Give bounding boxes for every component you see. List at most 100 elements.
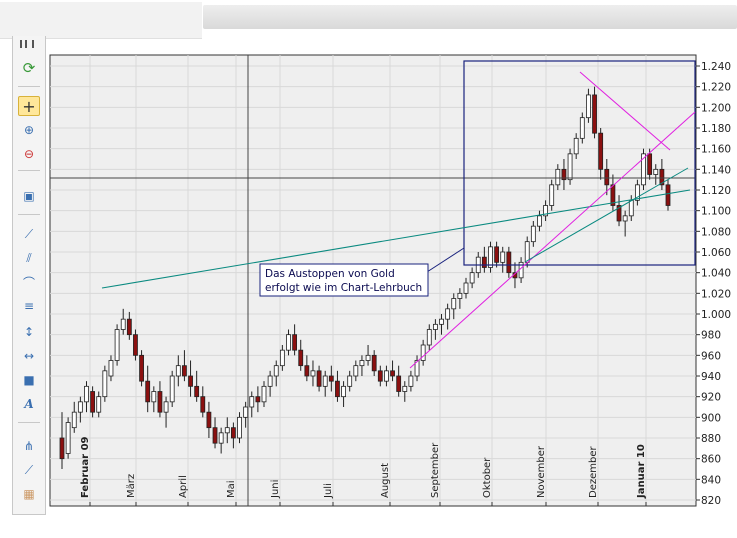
y-tick-label: 1.120	[701, 185, 731, 197]
candle-body	[188, 375, 193, 387]
candle-body	[108, 360, 114, 377]
candle-body	[310, 370, 316, 377]
y-tick-label: 820	[701, 495, 721, 507]
candle-body	[151, 391, 157, 403]
candle-body	[457, 292, 463, 299]
y-tick-label: 1.140	[701, 164, 731, 176]
y-axis: 1.240 1.220 1.200 1.180 1.160 1.140 1.120 1.100…	[696, 61, 731, 507]
candle-body	[120, 318, 126, 330]
candle-body	[316, 370, 322, 387]
candle-body	[579, 117, 585, 139]
candle-body	[537, 215, 542, 227]
x-tick-label: Januar 10	[636, 444, 647, 499]
y-tick-label: 1.080	[701, 226, 731, 238]
candle-body	[530, 225, 536, 243]
candle-body	[408, 375, 414, 387]
candle-body	[200, 396, 206, 413]
candle-body	[114, 329, 120, 361]
candle-body	[500, 251, 506, 263]
y-tick-label: 1.040	[701, 268, 731, 280]
candle-body	[439, 318, 444, 325]
y-tick-label: 1.180	[701, 123, 731, 135]
y-tick-label: 1.160	[701, 144, 731, 156]
candle-body	[592, 94, 597, 134]
candle-body	[328, 375, 334, 382]
candle-body	[604, 168, 610, 186]
candle-body	[371, 354, 377, 372]
candle-body	[463, 282, 469, 294]
candle-body	[304, 365, 310, 377]
x-tick-label: November	[536, 445, 547, 498]
candle-body	[573, 137, 579, 155]
candle-body	[249, 396, 255, 408]
candle-body	[494, 246, 500, 263]
y-tick-label: 840	[701, 474, 721, 486]
candle-body	[169, 375, 175, 403]
y-tick-label: 920	[701, 392, 721, 404]
candle-body	[359, 360, 365, 367]
candle-body	[65, 422, 71, 454]
candle-body	[341, 385, 346, 398]
candle-body	[298, 349, 304, 367]
candle-body	[96, 396, 102, 413]
candle-body	[390, 370, 395, 377]
candle-body	[230, 427, 236, 439]
candle-body	[586, 94, 591, 119]
candle-body	[59, 437, 65, 460]
x-tick-label: Juli	[323, 483, 334, 499]
candle-body	[384, 370, 389, 382]
y-tick-label: 1.200	[701, 102, 731, 114]
candle-body	[182, 365, 187, 377]
candle-body	[84, 385, 89, 403]
candle-body	[163, 401, 169, 413]
x-tick-label: April	[178, 475, 189, 498]
candle-body	[212, 427, 218, 444]
candle-body	[139, 354, 144, 382]
y-tick-label: 1.100	[701, 206, 731, 218]
candle-body	[347, 375, 353, 387]
candle-body	[267, 375, 273, 387]
candle-body	[647, 153, 653, 175]
candle-body	[598, 132, 604, 170]
candle-body	[420, 344, 426, 361]
candle-body	[206, 411, 212, 429]
candle-body	[102, 370, 108, 398]
x-tick-label: Oktober	[482, 457, 493, 498]
candle-body	[322, 375, 328, 387]
y-tick-label: 880	[701, 433, 721, 445]
y-tick-label: 960	[701, 350, 721, 362]
y-tick-label: 1.020	[701, 288, 731, 300]
y-tick-label: 860	[701, 454, 721, 466]
x-tick-label: August	[380, 463, 391, 498]
candle-body	[133, 334, 138, 356]
candle-body	[126, 318, 132, 336]
y-tick-label: 980	[701, 330, 721, 342]
candle-body	[567, 153, 573, 181]
candle-body	[353, 365, 359, 377]
x-tick-label: Juni	[270, 480, 281, 499]
candle-body	[218, 432, 224, 444]
candle-body	[377, 370, 383, 382]
candle-body	[402, 385, 408, 392]
candle-body	[243, 406, 249, 418]
y-tick-label: 1.060	[701, 247, 731, 259]
candle-body	[286, 334, 291, 351]
candle-body	[481, 256, 487, 268]
candle-body	[432, 323, 438, 330]
candlestick-chart[interactable]: 1.240 1.220 1.200 1.180 1.160 1.140 1.120 1.100…	[0, 0, 737, 538]
candle-body	[622, 215, 628, 222]
y-tick-label: 1.240	[701, 61, 731, 73]
candle-body	[175, 365, 181, 377]
candle-body	[445, 308, 451, 320]
candle-body	[665, 184, 671, 206]
candle-body	[555, 168, 561, 186]
annotation-line-1: Das Austoppen von Gold	[265, 268, 395, 280]
candle-body	[157, 391, 163, 413]
candle-body	[628, 199, 634, 217]
candle-body	[90, 391, 96, 413]
candle-body	[524, 241, 530, 263]
y-tick-label: 1.220	[701, 82, 731, 94]
x-tick-label: Dezember	[588, 446, 599, 498]
candle-body	[292, 334, 298, 351]
y-tick-label: 900	[701, 412, 721, 424]
